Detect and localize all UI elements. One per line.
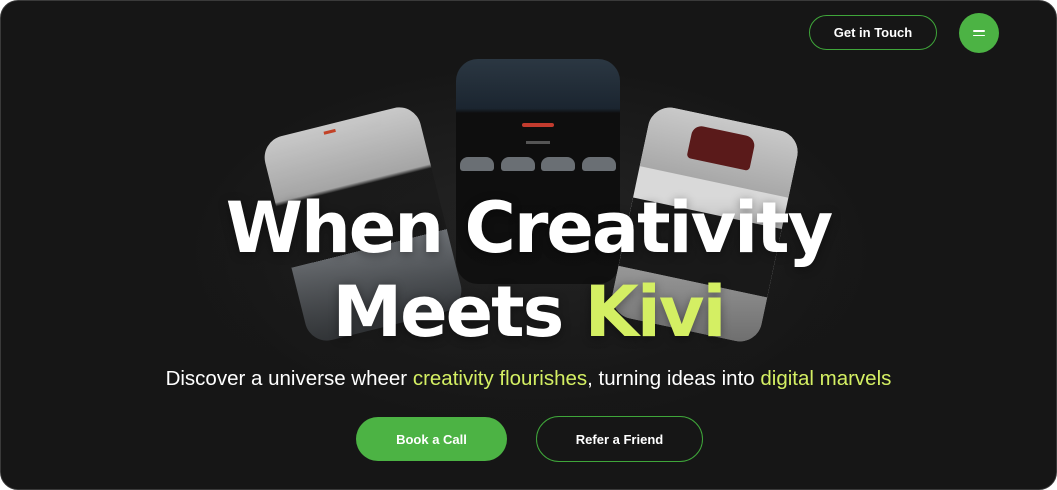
- subtitle-text: Discover a universe wheer: [165, 367, 413, 390]
- hero-title-line-2: Meets Kivi: [1, 270, 1056, 354]
- hero-section: Get in Touch When Creativity Meets Kivi …: [0, 0, 1057, 490]
- subtitle-text: , turning ideas into: [587, 367, 761, 390]
- hero-subtitle: Discover a universe wheer creativity flo…: [1, 367, 1056, 391]
- hero-title-prefix: Meets: [332, 271, 585, 353]
- subtitle-accent: creativity flourishes: [412, 367, 588, 390]
- book-a-call-button[interactable]: Book a Call: [356, 417, 507, 461]
- hero-title: When Creativity Meets Kivi: [1, 186, 1056, 354]
- hero-title-accent: Kivi: [584, 271, 727, 353]
- refer-a-friend-button[interactable]: Refer a Friend: [536, 416, 703, 462]
- hamburger-menu-icon: [973, 30, 985, 32]
- hamburger-menu-icon: [973, 34, 985, 36]
- menu-button[interactable]: [959, 13, 999, 53]
- get-in-touch-button[interactable]: Get in Touch: [809, 15, 937, 50]
- subtitle-accent: digital marvels: [760, 367, 892, 390]
- hero-title-line-1: When Creativity: [225, 187, 834, 269]
